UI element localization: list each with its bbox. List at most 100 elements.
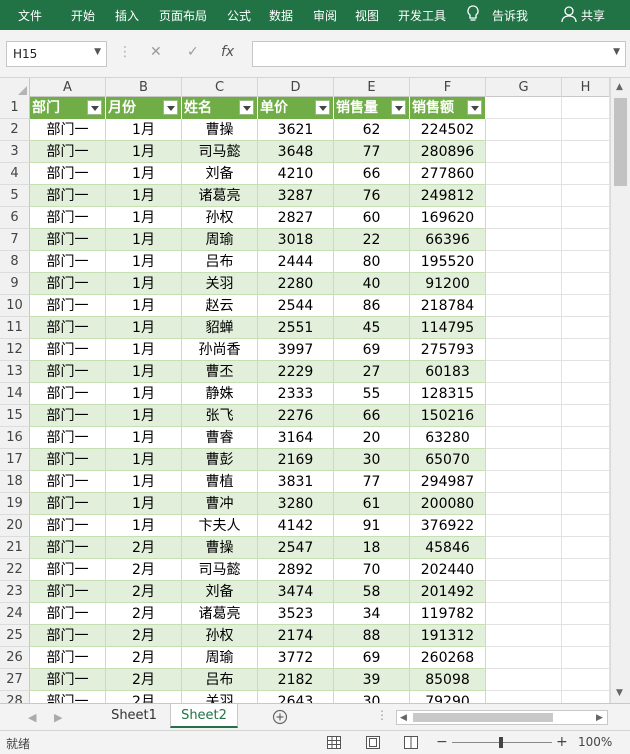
empty-cell[interactable] bbox=[486, 449, 562, 471]
scroll-right-icon[interactable]: ▶ bbox=[596, 713, 603, 723]
table-cell[interactable]: 1月 bbox=[106, 251, 182, 273]
person-icon[interactable] bbox=[561, 5, 577, 23]
filter-dropdown-icon[interactable] bbox=[391, 100, 406, 115]
empty-cell[interactable] bbox=[562, 317, 610, 339]
table-cell[interactable]: 部门一 bbox=[30, 339, 106, 361]
table-cell[interactable]: 294987 bbox=[410, 471, 486, 493]
table-cell[interactable]: 65070 bbox=[410, 449, 486, 471]
table-cell[interactable]: 部门一 bbox=[30, 691, 106, 703]
table-cell[interactable]: 27 bbox=[334, 361, 410, 383]
table-cell[interactable]: 91 bbox=[334, 515, 410, 537]
table-cell[interactable]: 2551 bbox=[258, 317, 334, 339]
table-cell[interactable]: 39 bbox=[334, 669, 410, 691]
table-cell[interactable]: 114795 bbox=[410, 317, 486, 339]
empty-cell[interactable] bbox=[562, 493, 610, 515]
row-header[interactable]: 4 bbox=[0, 163, 30, 185]
row-header[interactable]: 13 bbox=[0, 361, 30, 383]
table-cell[interactable]: 部门一 bbox=[30, 273, 106, 295]
table-cell[interactable]: 1月 bbox=[106, 229, 182, 251]
table-cell[interactable]: 2280 bbox=[258, 273, 334, 295]
table-cell[interactable]: 2月 bbox=[106, 669, 182, 691]
table-cell[interactable]: 关羽 bbox=[182, 691, 258, 703]
table-cell[interactable]: 70 bbox=[334, 559, 410, 581]
table-cell[interactable]: 119782 bbox=[410, 603, 486, 625]
table-cell[interactable]: 部门一 bbox=[30, 295, 106, 317]
table-cell[interactable]: 376922 bbox=[410, 515, 486, 537]
table-cell[interactable]: 62 bbox=[334, 119, 410, 141]
table-cell[interactable]: 部门一 bbox=[30, 141, 106, 163]
row-header[interactable]: 7 bbox=[0, 229, 30, 251]
column-header-d[interactable]: D bbox=[258, 78, 334, 97]
table-cell[interactable]: 202440 bbox=[410, 559, 486, 581]
table-cell[interactable]: 3287 bbox=[258, 185, 334, 207]
table-cell[interactable]: 1月 bbox=[106, 295, 182, 317]
empty-cell[interactable] bbox=[486, 625, 562, 647]
empty-cell[interactable] bbox=[486, 383, 562, 405]
table-cell[interactable]: 1月 bbox=[106, 185, 182, 207]
table-cell[interactable]: 1月 bbox=[106, 207, 182, 229]
table-cell[interactable]: 79290 bbox=[410, 691, 486, 703]
table-cell[interactable]: 1月 bbox=[106, 361, 182, 383]
empty-cell[interactable] bbox=[486, 207, 562, 229]
table-cell[interactable]: 150216 bbox=[410, 405, 486, 427]
empty-cell[interactable] bbox=[562, 251, 610, 273]
table-header-cell[interactable]: 销售量 bbox=[334, 97, 410, 119]
table-cell[interactable]: 91200 bbox=[410, 273, 486, 295]
table-cell[interactable]: 249812 bbox=[410, 185, 486, 207]
table-cell[interactable]: 77 bbox=[334, 471, 410, 493]
table-cell[interactable]: 34 bbox=[334, 603, 410, 625]
horizontal-scroll-thumb[interactable] bbox=[413, 713, 553, 722]
table-cell[interactable]: 曹植 bbox=[182, 471, 258, 493]
row-header[interactable]: 9 bbox=[0, 273, 30, 295]
empty-cell[interactable] bbox=[562, 625, 610, 647]
table-cell[interactable]: 80 bbox=[334, 251, 410, 273]
table-cell[interactable]: 69 bbox=[334, 339, 410, 361]
table-cell[interactable]: 吕布 bbox=[182, 669, 258, 691]
table-cell[interactable]: 部门一 bbox=[30, 493, 106, 515]
column-header-e[interactable]: E bbox=[334, 78, 410, 97]
table-cell[interactable]: 部门一 bbox=[30, 163, 106, 185]
table-cell[interactable]: 45 bbox=[334, 317, 410, 339]
table-cell[interactable]: 169620 bbox=[410, 207, 486, 229]
table-cell[interactable]: 3997 bbox=[258, 339, 334, 361]
table-cell[interactable]: 部门一 bbox=[30, 449, 106, 471]
table-cell[interactable]: 部门一 bbox=[30, 405, 106, 427]
table-cell[interactable]: 2月 bbox=[106, 691, 182, 703]
table-cell[interactable]: 司马懿 bbox=[182, 559, 258, 581]
empty-cell[interactable] bbox=[562, 295, 610, 317]
prev-sheet-icon[interactable]: ◀ bbox=[28, 711, 36, 724]
table-cell[interactable]: 曹丕 bbox=[182, 361, 258, 383]
table-cell[interactable]: 刘备 bbox=[182, 581, 258, 603]
table-cell[interactable]: 30 bbox=[334, 449, 410, 471]
empty-cell[interactable] bbox=[486, 537, 562, 559]
table-cell[interactable]: 赵云 bbox=[182, 295, 258, 317]
vertical-scrollbar[interactable]: ▲ ▼ bbox=[610, 78, 630, 703]
table-cell[interactable]: 86 bbox=[334, 295, 410, 317]
table-cell[interactable]: 22 bbox=[334, 229, 410, 251]
table-cell[interactable]: 2月 bbox=[106, 581, 182, 603]
row-header[interactable]: 16 bbox=[0, 427, 30, 449]
table-cell[interactable]: 貂蝉 bbox=[182, 317, 258, 339]
filter-dropdown-icon[interactable] bbox=[239, 100, 254, 115]
row-header[interactable]: 23 bbox=[0, 581, 30, 603]
table-cell[interactable]: 2333 bbox=[258, 383, 334, 405]
enter-icon[interactable]: ✓ bbox=[187, 44, 199, 60]
empty-cell[interactable] bbox=[562, 185, 610, 207]
tab-home[interactable]: 开始 bbox=[71, 7, 95, 24]
empty-cell[interactable] bbox=[486, 471, 562, 493]
table-cell[interactable]: 部门一 bbox=[30, 383, 106, 405]
tab-splitter-icon[interactable]: ⋮ bbox=[376, 708, 388, 722]
table-cell[interactable]: 部门一 bbox=[30, 603, 106, 625]
table-cell[interactable]: 曹彭 bbox=[182, 449, 258, 471]
table-cell[interactable]: 部门一 bbox=[30, 647, 106, 669]
table-cell[interactable]: 2182 bbox=[258, 669, 334, 691]
table-cell[interactable]: 关羽 bbox=[182, 273, 258, 295]
empty-cell[interactable] bbox=[486, 295, 562, 317]
table-cell[interactable]: 85098 bbox=[410, 669, 486, 691]
row-header[interactable]: 1 bbox=[0, 97, 30, 119]
table-cell[interactable]: 1月 bbox=[106, 449, 182, 471]
empty-cell[interactable] bbox=[486, 119, 562, 141]
table-cell[interactable]: 2544 bbox=[258, 295, 334, 317]
table-cell[interactable]: 周瑜 bbox=[182, 229, 258, 251]
table-cell[interactable]: 3018 bbox=[258, 229, 334, 251]
